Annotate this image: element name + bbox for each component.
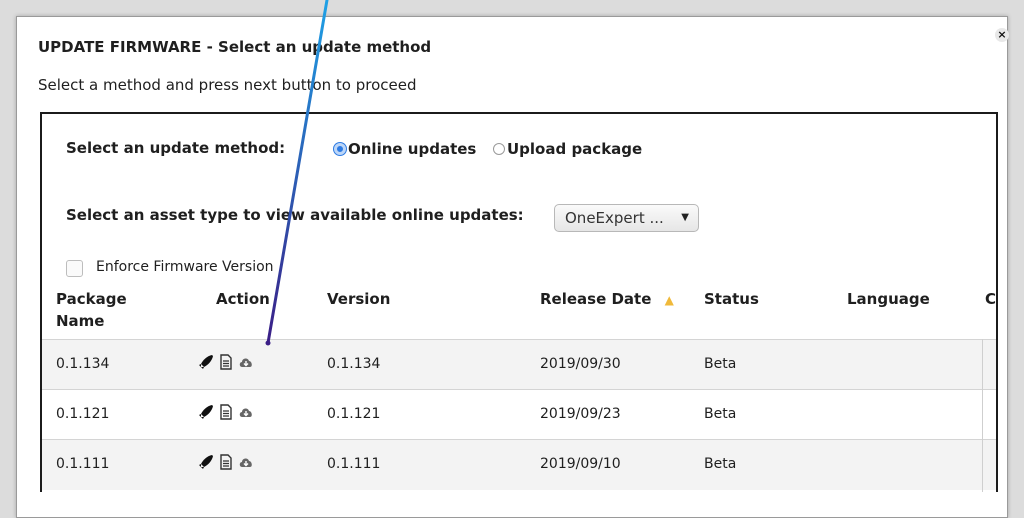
action-cell (198, 404, 254, 420)
dialog-title: UPDATE FIRMWARE - Select an update metho… (38, 38, 432, 56)
status-cell: Beta (704, 456, 737, 472)
asset-type-value: OneExpert ... (565, 209, 664, 227)
enforce-firmware-label: Enforce Firmware Version (96, 259, 274, 275)
column-divider (982, 339, 983, 492)
table-row[interactable]: 0.1.134 0.1.134 2019/09/30 Beta (42, 339, 996, 390)
upload-package-label: Upload package (507, 140, 643, 158)
rocket-icon[interactable] (198, 454, 214, 470)
table-row[interactable]: 0.1.121 0.1.121 2019/09/23 Beta (42, 389, 996, 440)
update-method-label: Select an update method: (66, 139, 286, 157)
close-icon[interactable]: × (995, 28, 1009, 42)
online-updates-label: Online updates (348, 140, 477, 158)
radio-unselected-icon (493, 143, 505, 155)
package-name-cell: 0.1.111 (56, 456, 110, 472)
table-row[interactable]: 0.1.111 0.1.111 2019/09/10 Beta (42, 439, 996, 490)
cloud-download-icon[interactable] (238, 354, 254, 370)
version-cell: 0.1.121 (327, 406, 381, 422)
asset-type-label: Select an asset type to view available o… (66, 206, 524, 224)
online-updates-radio[interactable]: Online updates (334, 140, 476, 158)
sort-ascending-icon: ▲ (664, 293, 674, 307)
column-action: Action (216, 290, 270, 308)
release-date-label: Release Date (540, 290, 652, 308)
enforce-firmware-checkbox[interactable] (66, 260, 83, 277)
update-method-panel: Select an update method: Online updates … (40, 112, 998, 492)
column-package-name[interactable]: Package Name (56, 288, 146, 332)
action-cell (198, 454, 254, 470)
action-cell (198, 354, 254, 370)
column-version[interactable]: Version (327, 288, 390, 310)
release-date-cell: 2019/09/10 (540, 456, 621, 472)
version-cell: 0.1.134 (327, 356, 381, 372)
document-icon[interactable] (218, 354, 234, 370)
version-cell: 0.1.111 (327, 456, 381, 472)
upload-package-radio[interactable]: Upload package (493, 140, 642, 158)
status-cell: Beta (704, 406, 737, 422)
column-status[interactable]: Status (704, 288, 759, 310)
release-date-cell: 2019/09/23 (540, 406, 621, 422)
chevron-down-icon: ▼ (681, 212, 689, 223)
column-truncated[interactable]: Co (985, 288, 996, 310)
document-icon[interactable] (218, 454, 234, 470)
document-icon[interactable] (218, 404, 234, 420)
rocket-icon[interactable] (198, 404, 214, 420)
cloud-download-icon[interactable] (238, 454, 254, 470)
radio-selected-icon (334, 143, 346, 155)
status-cell: Beta (704, 356, 737, 372)
column-language[interactable]: Language (847, 288, 930, 310)
cloud-download-icon[interactable] (238, 404, 254, 420)
package-name-cell: 0.1.134 (56, 356, 110, 372)
release-date-cell: 2019/09/30 (540, 356, 621, 372)
rocket-icon[interactable] (198, 354, 214, 370)
dialog-subtitle: Select a method and press next button to… (38, 76, 417, 94)
asset-type-select[interactable]: OneExpert ... ▼ (554, 204, 699, 232)
package-name-cell: 0.1.121 (56, 406, 110, 422)
column-release-date[interactable]: Release Date ▲ (540, 288, 674, 311)
